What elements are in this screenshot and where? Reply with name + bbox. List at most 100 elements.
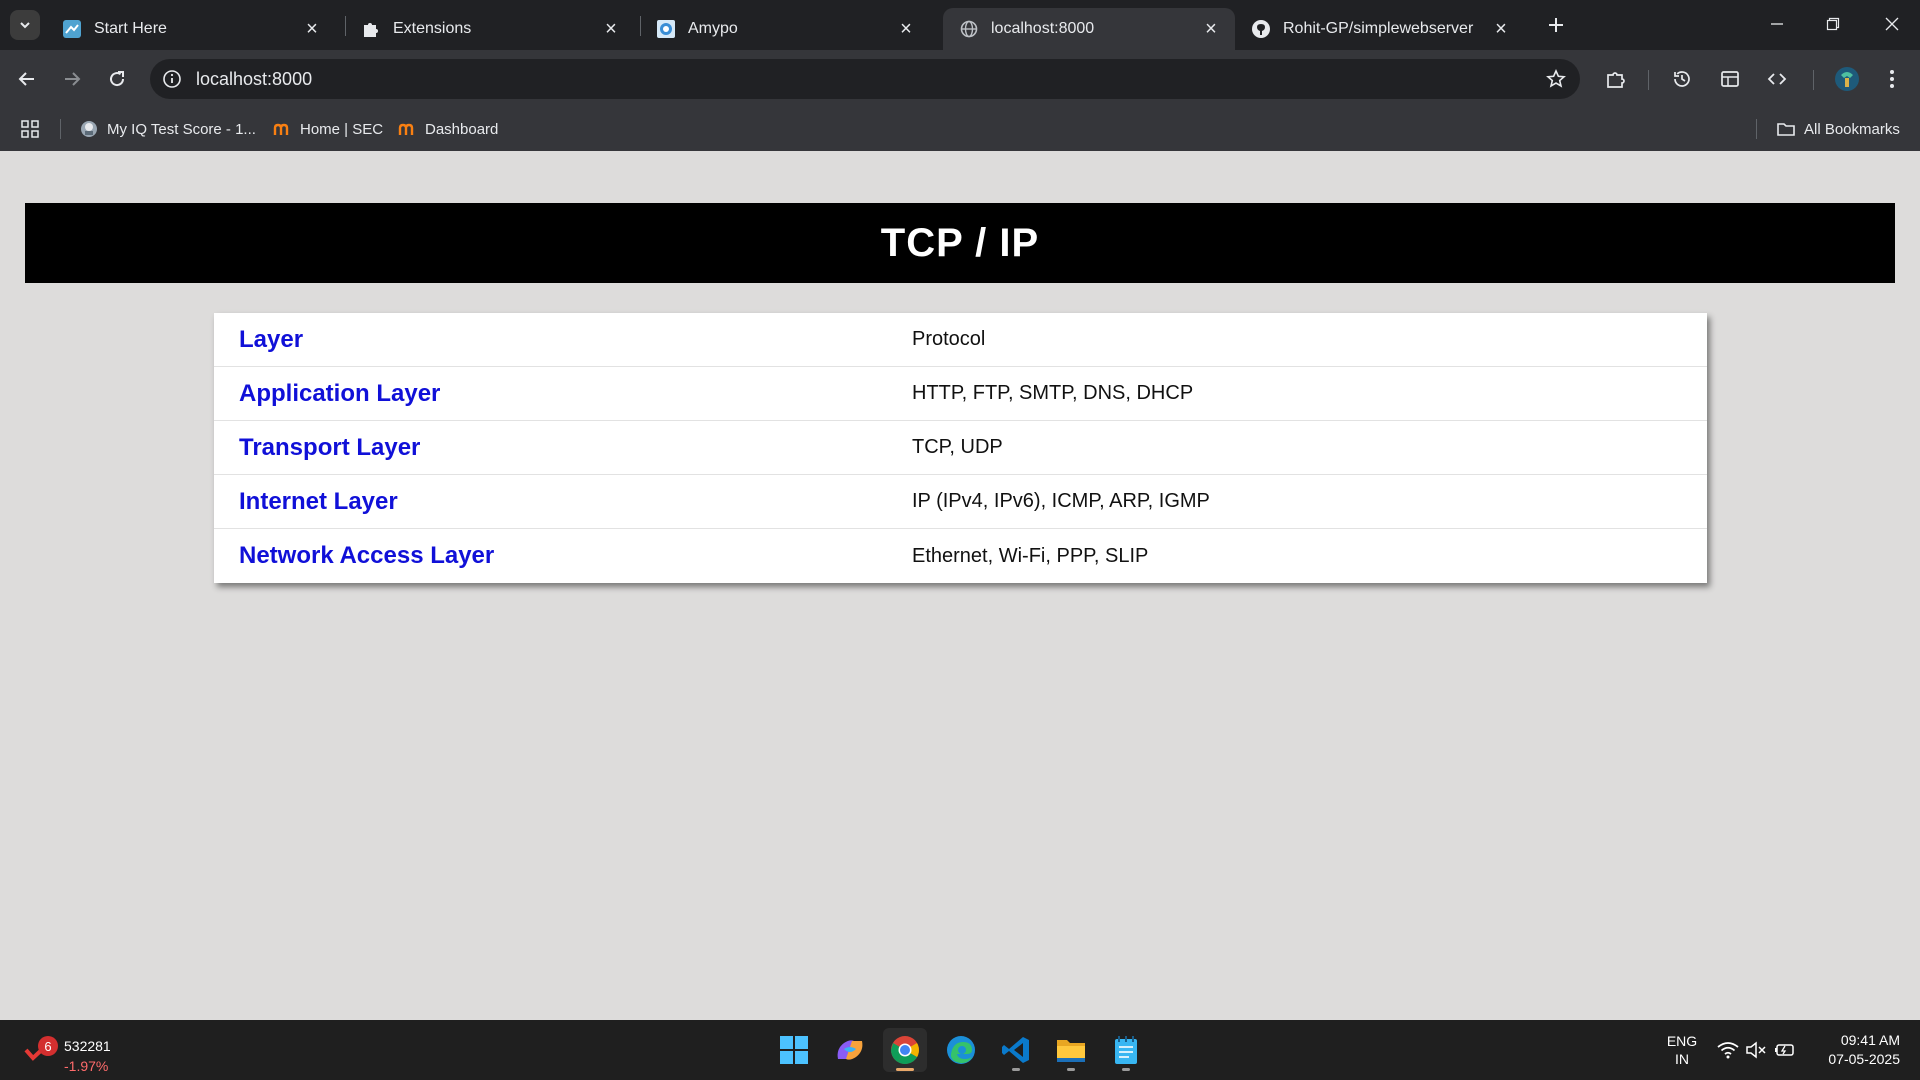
language-indicator[interactable]: ENG IN [1664,1032,1700,1068]
windows-start-icon [780,1036,808,1064]
file-explorer-button[interactable] [1049,1028,1093,1072]
battery-icon[interactable] [1772,1038,1796,1062]
windows-taskbar: 6 532281 -1.97% ENG IN 09:41 AM 07-05-20… [0,1020,1920,1080]
bookmarks-bar: My IQ Test Score - 1... Home | SEC Dashb… [0,107,1920,151]
running-indicator [1012,1068,1020,1071]
globe-icon [959,19,979,39]
stock-widget[interactable]: 6 532281 -1.97% [24,1028,124,1074]
bookmark-home-sec[interactable]: Home | SEC [272,117,383,141]
forward-button[interactable] [55,62,89,96]
bookmark-label: Home | SEC [300,120,384,138]
stock-change: -1.97% [64,1058,109,1074]
all-bookmarks-label: All Bookmarks [1804,120,1900,138]
history-icon [1674,71,1690,87]
close-icon[interactable]: × [599,17,623,41]
chevron-down-icon [20,22,30,29]
running-indicator [1122,1068,1130,1071]
apps-grid-icon [21,120,39,138]
copilot-button[interactable] [828,1028,872,1072]
notepad-button[interactable] [1104,1028,1148,1072]
active-indicator [896,1068,914,1071]
forward-arrow-icon [65,72,81,86]
toolbar-divider [1648,70,1649,90]
bookmarks-divider [1756,119,1757,139]
moodle-icon [272,119,292,139]
page-viewport: TCP / IP Layer Protocol Application Laye… [0,151,1920,1020]
notepad-icon [1115,1036,1137,1064]
close-window-button[interactable] [1864,0,1920,48]
history-button[interactable] [1665,62,1699,96]
bookmark-dashboard[interactable]: Dashboard [397,117,498,141]
protocol-cell: Protocol [912,328,986,350]
table-layout-icon [1721,71,1739,87]
start-here-favicon [62,19,82,39]
protocol-cell: Ethernet, Wi-Fi, PPP, SLIP [912,544,1149,567]
github-icon [1251,19,1271,39]
iq-test-favicon [79,119,99,139]
edge-icon [947,1036,975,1064]
close-icon[interactable]: × [1489,17,1513,41]
tab-layout-button[interactable] [1713,62,1747,96]
site-info-icon[interactable] [160,67,184,91]
volume-muted-icon[interactable] [1744,1038,1768,1062]
tab-title: Extensions [393,20,472,37]
devtools-button[interactable] [1760,62,1794,96]
protocol-cell: IP (IPv4, IPv6), ICMP, ARP, IGMP [912,490,1210,512]
tab-start-here[interactable]: Start Here × [46,8,336,50]
tab-search-button[interactable] [10,10,40,40]
chrome-button[interactable] [883,1028,927,1072]
all-bookmarks-button[interactable]: All Bookmarks [1776,117,1900,141]
close-icon[interactable]: × [300,17,324,41]
language-line1: ENG [1666,1033,1698,1049]
close-icon[interactable]: × [894,17,918,41]
bookmark-iq-test[interactable]: My IQ Test Score - 1... [79,117,256,141]
folder-icon [1776,119,1796,139]
page-title: TCP / IP [880,220,1040,265]
table-row: Application Layer HTTP, FTP, SMTP, DNS, … [214,367,1707,421]
tab-github[interactable]: Rohit-GP/simplewebserver × [1235,8,1525,50]
restore-button[interactable] [1805,0,1861,48]
browser-toolbar: localhost:8000 [0,50,1920,107]
reload-button[interactable] [100,62,134,96]
apps-button[interactable] [20,117,40,141]
close-icon[interactable]: × [1199,17,1223,41]
protocol-table: Layer Protocol Application Layer HTTP, F… [214,313,1707,583]
tab-amypo[interactable]: Amypo × [640,8,930,50]
puzzle-icon [361,19,381,39]
language-line2: IN [1675,1051,1689,1067]
plus-icon [1549,18,1563,32]
chrome-icon [891,1036,919,1064]
bookmarks-divider [60,119,61,139]
tab-strip: Start Here × Extensions × Amypo × localh… [0,0,1920,50]
avatar [1835,67,1859,91]
layer-cell: Internet Layer [239,487,398,515]
tab-title: Rohit-GP/simplewebserver [1283,20,1474,37]
moodle-icon [397,119,417,139]
back-button[interactable] [10,62,44,96]
layer-cell: Network Access Layer [239,542,495,569]
new-tab-button[interactable] [1541,10,1571,40]
tab-extensions[interactable]: Extensions × [345,8,635,50]
address-text[interactable]: localhost:8000 [196,69,312,90]
minimize-button[interactable] [1749,0,1805,48]
table-header-row: Layer Protocol [214,313,1707,367]
page-header: TCP / IP [25,203,1895,283]
clock[interactable]: 09:41 AM 07-05-2025 [1810,1031,1900,1069]
tab-title: Amypo [688,20,738,37]
table-row: Network Access Layer Ethernet, Wi-Fi, PP… [214,529,1707,583]
profile-button[interactable] [1830,62,1864,96]
restore-icon [1826,17,1840,31]
menu-button[interactable] [1875,62,1909,96]
extensions-button[interactable] [1599,62,1633,96]
bookmark-star-icon[interactable] [1544,67,1568,91]
table-row: Internet Layer IP (IPv4, IPv6), ICMP, AR… [214,475,1707,529]
minimize-icon [1771,23,1783,25]
tab-localhost[interactable]: localhost:8000 × [943,8,1235,50]
wifi-icon[interactable] [1716,1038,1740,1062]
start-button[interactable] [772,1028,816,1072]
vscode-button[interactable] [994,1028,1038,1072]
edge-button[interactable] [939,1028,983,1072]
notification-badge: 6 [38,1036,58,1056]
vscode-icon [1002,1037,1029,1063]
address-bar[interactable]: localhost:8000 [150,59,1580,99]
